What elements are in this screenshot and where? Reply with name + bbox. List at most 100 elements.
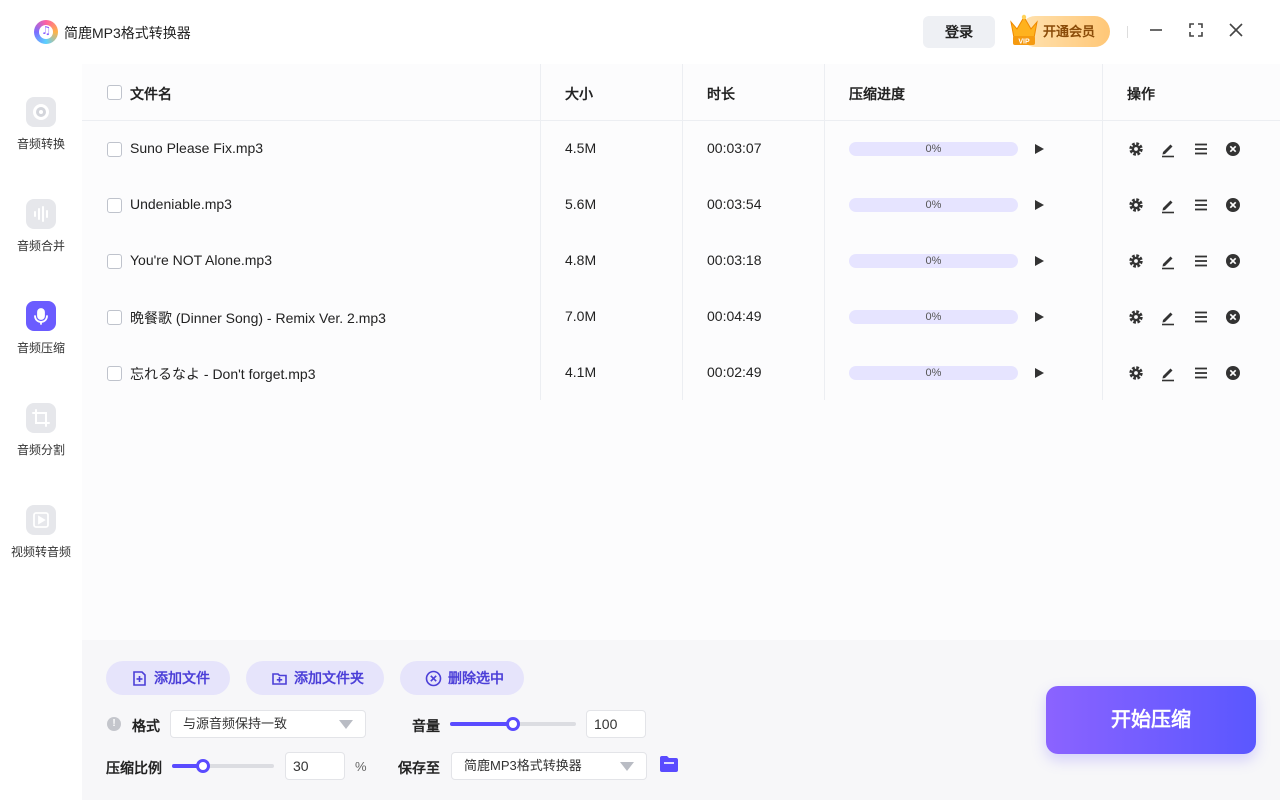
vip-button-label: 开通会员 [1043,24,1096,39]
menu-list-icon[interactable] [1192,308,1210,326]
play-icon[interactable] [1032,310,1046,324]
format-value: 与源音频保持一致 [183,716,288,731]
volume-input[interactable]: 100 [586,710,646,738]
header-progress: 压缩进度 [849,86,905,102]
header-size: 大小 [565,86,593,102]
menu-list-icon[interactable] [1192,364,1210,382]
ratio-slider-handle[interactable] [196,759,210,773]
settings-panel: 添加文件 添加文件夹 删除选中 ! 格式 与源音频保持一致 音量 100 压缩比… [82,640,1280,800]
play-icon[interactable] [1032,142,1046,156]
remove-circle-icon[interactable] [1224,308,1242,326]
table-row[interactable]: 忘れるなよ - Don't forget.mp3 4.1M 00:02:49 0% [82,345,1280,401]
edit-pencil-icon[interactable] [1159,252,1177,270]
format-select[interactable]: 与源音频保持一致 [170,710,366,738]
volume-slider-handle[interactable] [506,717,520,731]
info-icon[interactable]: ! [107,717,121,731]
remove-circle-icon[interactable] [1224,196,1242,214]
save-to-select[interactable]: 简鹿MP3格式转换器 [451,752,647,780]
volume-label: 音量 [412,718,440,734]
edit-pencil-icon[interactable] [1159,308,1177,326]
remove-circle-icon[interactable] [1224,364,1242,382]
file-size: 5.6M [565,196,597,212]
file-duration: 00:03:07 [707,140,762,156]
login-button[interactable]: 登录 [923,16,995,48]
sidebar-item-audio-merge[interactable]: 音频合并 [0,199,82,279]
sidebar-item-label: 音频分割 [16,443,65,457]
row-checkbox[interactable] [107,254,122,269]
sidebar: 音频转换 音频合并 音频压缩 音频分割 视频转音频 [0,64,82,800]
sidebar-item-label: 视频转音频 [10,545,71,559]
row-checkbox[interactable] [107,198,122,213]
header-file-name: 文件名 [130,86,172,102]
table-row[interactable]: Undeniable.mp3 5.6M 00:03:54 0% [82,177,1280,233]
close-icon [1229,23,1243,37]
edit-pencil-icon[interactable] [1159,364,1177,382]
chevron-down-icon [339,720,353,729]
sidebar-item-audio-compress[interactable]: 音频压缩 [0,301,82,381]
edit-pencil-icon[interactable] [1159,140,1177,158]
file-size: 4.5M [565,140,597,156]
progress-text: 0% [925,255,942,267]
settings-gear-icon[interactable] [1127,308,1145,326]
add-folder-label: 添加文件夹 [294,670,364,686]
compress-progress-bar: 0% [849,366,1018,380]
vip-crown-icon: VIP [1010,14,1038,46]
ratio-label: 压缩比例 [106,760,162,776]
table-row[interactable]: Suno Please Fix.mp3 4.5M 00:03:07 0% [82,121,1280,177]
file-size: 7.0M [565,308,597,324]
save-to-label: 保存至 [398,760,440,776]
menu-list-icon[interactable] [1192,252,1210,270]
row-checkbox[interactable] [107,366,122,381]
row-checkbox[interactable] [107,142,122,157]
sidebar-item-audio-convert[interactable]: 音频转换 [0,97,82,177]
maximize-icon [1189,23,1203,37]
app-logo-icon: ♫ [34,20,58,44]
compress-progress-bar: 0% [849,254,1018,268]
volume-slider[interactable] [450,717,576,731]
remove-circle-icon[interactable] [1224,140,1242,158]
settings-gear-icon[interactable] [1127,252,1145,270]
close-button[interactable] [1225,19,1247,41]
microphone-compress-icon [26,301,56,331]
add-folder-button[interactable]: 添加文件夹 [246,661,384,695]
file-name: 忘れるなよ - Don't forget.mp3 [130,366,316,382]
delete-selected-label: 删除选中 [448,670,504,686]
settings-gear-icon[interactable] [1127,364,1145,382]
table-header: 文件名 大小 时长 压缩进度 操作 [82,64,1280,121]
ratio-input[interactable]: 30 [285,752,345,780]
play-icon[interactable] [1032,254,1046,268]
compress-progress-bar: 0% [849,198,1018,212]
add-file-button[interactable]: 添加文件 [106,661,230,695]
settings-gear-icon[interactable] [1127,196,1145,214]
sidebar-item-audio-split[interactable]: 音频分割 [0,403,82,483]
start-compress-button[interactable]: 开始压缩 [1046,686,1256,754]
menu-list-icon[interactable] [1192,140,1210,158]
menu-list-icon[interactable] [1192,196,1210,214]
delete-selected-button[interactable]: 删除选中 [400,661,524,695]
ratio-slider[interactable] [172,759,274,773]
file-name: 晩餐歌 (Dinner Song) - Remix Ver. 2.mp3 [130,310,386,326]
progress-text: 0% [925,367,942,379]
file-duration: 00:04:49 [707,308,762,324]
play-icon[interactable] [1032,366,1046,380]
file-duration: 00:03:54 [707,196,762,212]
waveform-icon [26,199,56,229]
file-duration: 00:02:49 [707,364,762,380]
settings-gear-icon[interactable] [1127,140,1145,158]
minimize-button[interactable] [1145,19,1167,41]
sidebar-item-label: 音频压缩 [16,341,65,355]
remove-circle-icon[interactable] [1224,252,1242,270]
select-all-checkbox[interactable] [107,85,122,100]
sidebar-item-video-to-audio[interactable]: 视频转音频 [0,505,82,585]
table-row[interactable]: You're NOT Alone.mp3 4.8M 00:03:18 0% [82,233,1280,289]
folder-icon[interactable] [659,755,679,773]
table-row[interactable]: 晩餐歌 (Dinner Song) - Remix Ver. 2.mp3 7.0M… [82,289,1280,345]
chevron-down-icon [620,762,634,771]
row-checkbox[interactable] [107,310,122,325]
play-icon[interactable] [1032,198,1046,212]
ratio-unit: % [355,759,367,774]
edit-pencil-icon[interactable] [1159,196,1177,214]
maximize-button[interactable] [1185,19,1207,41]
file-size: 4.1M [565,364,597,380]
volume-slider-fill [450,722,513,726]
